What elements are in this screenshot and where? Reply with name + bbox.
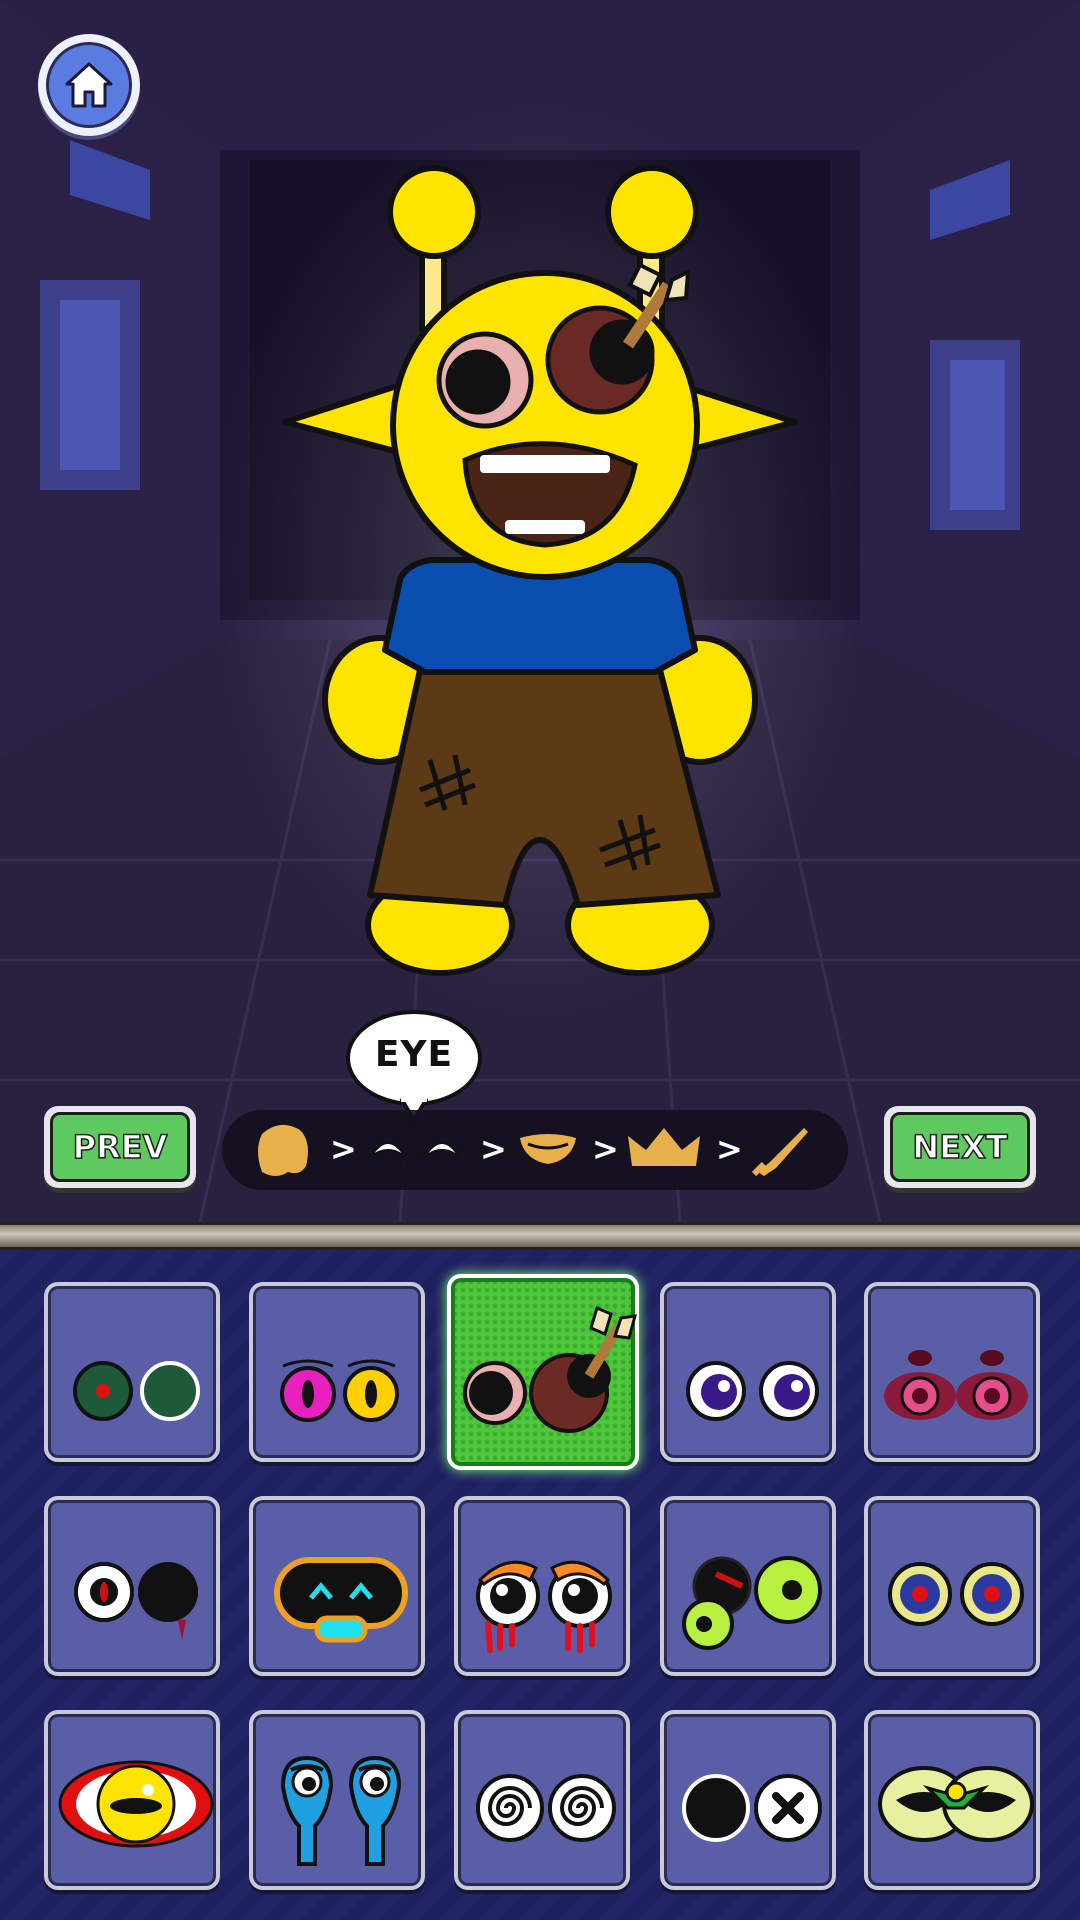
option-slot-14[interactable] xyxy=(660,1710,836,1890)
crown-icon[interactable] xyxy=(628,1128,700,1166)
purple-sparkle-eyes-icon xyxy=(686,1361,819,1421)
step-separator: > xyxy=(716,1130,743,1168)
option-slot-13[interactable] xyxy=(454,1710,630,1890)
option-slot-15[interactable] xyxy=(864,1710,1040,1890)
eyes-icon[interactable] xyxy=(369,1142,461,1159)
red-target-eyes-icon xyxy=(888,1562,1024,1626)
option-slot-11[interactable] xyxy=(44,1710,220,1890)
arrow-pierced-eyes-icon xyxy=(463,1305,638,1433)
option-slot-1[interactable] xyxy=(44,1282,220,1462)
option-slot-12[interactable] xyxy=(249,1710,425,1890)
panel-divider xyxy=(0,1222,1080,1250)
step-separator: > xyxy=(480,1130,507,1168)
option-slot-6[interactable] xyxy=(44,1496,220,1676)
black-and-x-eyes-icon xyxy=(682,1774,822,1842)
option-slot-4[interactable] xyxy=(660,1282,836,1462)
spiral-hypno-eyes-icon xyxy=(476,1774,616,1842)
green-red-dot-eyes-icon xyxy=(73,1361,200,1421)
option-slot-9[interactable] xyxy=(660,1496,836,1676)
green-monster-eyes-icon xyxy=(682,1556,822,1650)
category-label: EYE xyxy=(374,1034,454,1075)
option-slot-2[interactable] xyxy=(249,1282,425,1462)
pink-heart-eyes-icon xyxy=(884,1350,1028,1420)
weapon-icon[interactable] xyxy=(751,1128,808,1177)
option-slot-8[interactable] xyxy=(454,1496,630,1676)
mouth-icon[interactable] xyxy=(520,1134,576,1164)
option-slot-5[interactable] xyxy=(864,1282,1040,1462)
option-slot-10[interactable] xyxy=(864,1496,1040,1676)
eye-options-panel xyxy=(0,1250,1080,1920)
home-icon xyxy=(65,62,113,108)
category-bubble: EYE xyxy=(344,1008,484,1122)
step-separator: > xyxy=(592,1130,619,1168)
step-separator: > xyxy=(330,1130,357,1168)
red-ring-yellow-eye-icon xyxy=(58,1760,214,1848)
home-button[interactable] xyxy=(38,34,140,136)
green-mask-eyes-icon xyxy=(878,1766,1034,1842)
option-slot-7[interactable] xyxy=(249,1496,425,1676)
blue-drooping-eyes-icon xyxy=(280,1755,402,1866)
game-scene: EYE PREV NEXT > > > > xyxy=(0,0,1080,1222)
crying-orange-brow-eyes-icon xyxy=(476,1560,612,1653)
character[interactable] xyxy=(0,0,1080,1222)
pink-yellow-lashed-eyes-icon xyxy=(280,1359,399,1422)
head-shape-icon[interactable] xyxy=(258,1124,308,1176)
option-slot-3[interactable] xyxy=(447,1274,639,1470)
red-dot-black-bleeding-eyes-icon xyxy=(74,1562,198,1640)
robot-visor-face-icon xyxy=(274,1557,408,1643)
